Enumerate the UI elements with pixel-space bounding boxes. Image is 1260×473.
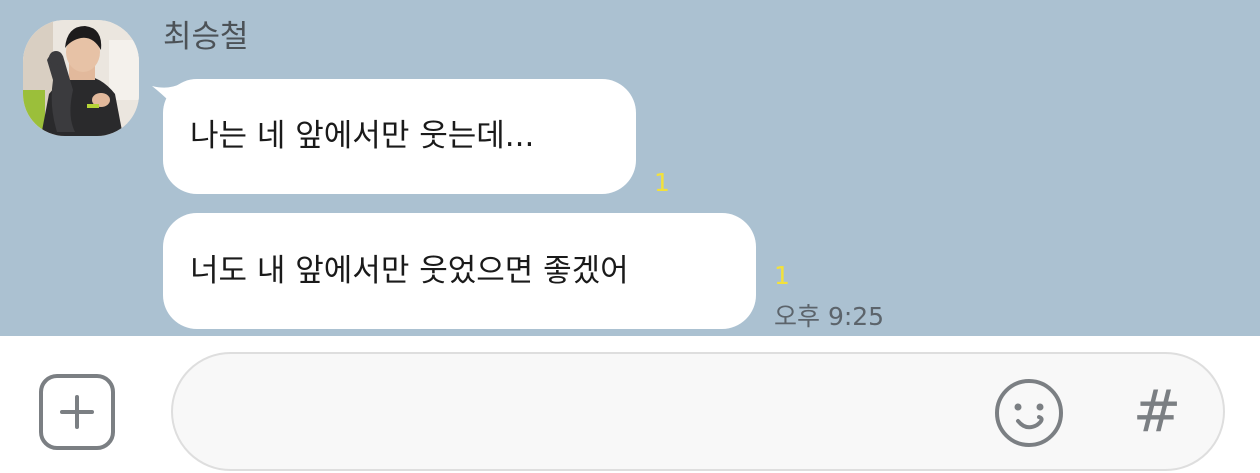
emoji-icon[interactable] <box>993 377 1065 449</box>
message-bubble[interactable]: 나는 네 앞에서만 웃는데... <box>163 79 636 194</box>
unread-count: 1 <box>654 168 670 197</box>
chat-area: 최승철 나는 네 앞에서만 웃는데... 1 너도 내 앞에서만 웃었으면 좋겠… <box>0 0 1260 336</box>
message-input[interactable] <box>171 352 1225 471</box>
plus-icon-vertical <box>75 395 79 429</box>
unread-count: 1 <box>774 261 790 290</box>
plus-icon[interactable] <box>39 374 115 450</box>
message-timestamp: 오후 9:25 <box>774 302 885 331</box>
sender-name: 최승철 <box>163 19 249 55</box>
message-bubble[interactable]: 너도 내 앞에서만 웃었으면 좋겠어 <box>163 213 756 329</box>
message-text: 너도 내 앞에서만 웃었으면 좋겠어 <box>190 252 629 289</box>
hash-icon[interactable]: # <box>1128 378 1186 444</box>
message-text: 나는 네 앞에서만 웃는데... <box>190 118 535 154</box>
avatar[interactable] <box>23 20 139 136</box>
